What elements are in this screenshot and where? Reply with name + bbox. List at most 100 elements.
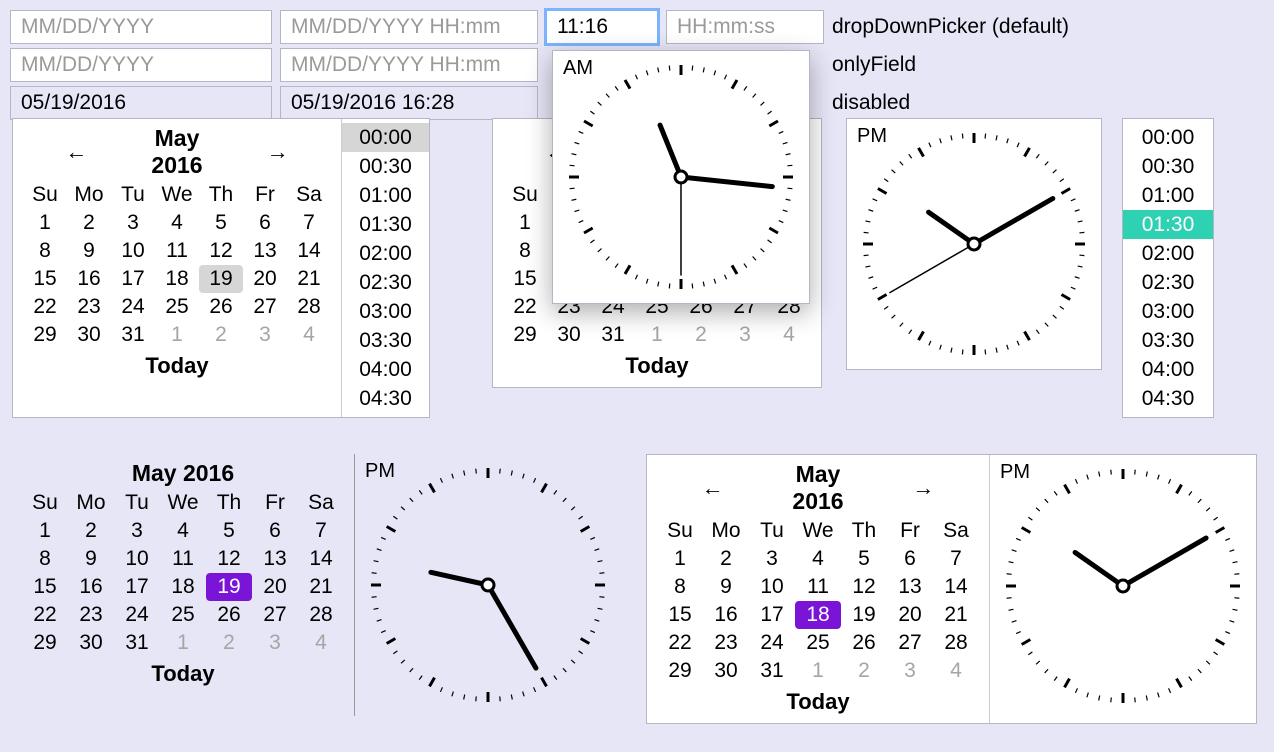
calendar-day[interactable]: 1 bbox=[635, 321, 679, 349]
calendar-day[interactable]: 24 bbox=[749, 629, 795, 657]
today-button[interactable]: Today bbox=[23, 353, 331, 379]
calendar-day[interactable]: 2 bbox=[841, 657, 887, 685]
calendar-day[interactable]: 3 bbox=[111, 209, 155, 237]
calendar-day[interactable]: 25 bbox=[155, 293, 199, 321]
time-option[interactable]: 04:30 bbox=[342, 384, 429, 413]
calendar-day[interactable]: 4 bbox=[795, 545, 841, 573]
datetime-input-1[interactable] bbox=[289, 14, 529, 40]
today-button[interactable]: Today bbox=[503, 353, 811, 379]
calendar-day[interactable]: 6 bbox=[243, 209, 287, 237]
calendar-day[interactable]: 20 bbox=[887, 601, 933, 629]
next-month-arrow[interactable]: → bbox=[868, 475, 979, 501]
calendar-day[interactable]: 8 bbox=[657, 573, 703, 601]
time-option[interactable]: 03:00 bbox=[1123, 297, 1213, 326]
date-input-2[interactable] bbox=[19, 52, 263, 78]
calendar-day[interactable]: 29 bbox=[657, 657, 703, 685]
time-option[interactable]: 03:00 bbox=[342, 297, 429, 326]
next-month-arrow[interactable]: → bbox=[224, 139, 331, 165]
clock-face-pm[interactable] bbox=[855, 125, 1093, 363]
calendar-day[interactable]: 8 bbox=[23, 237, 67, 265]
calendar-day[interactable]: 5 bbox=[841, 545, 887, 573]
today-button[interactable]: Today bbox=[657, 689, 979, 715]
calendar-day[interactable]: 19 bbox=[199, 265, 243, 293]
calendar-day[interactable]: 4 bbox=[155, 209, 199, 237]
time-option[interactable]: 01:30 bbox=[342, 210, 429, 239]
calendar-day[interactable]: 30 bbox=[547, 321, 591, 349]
date-field-1[interactable] bbox=[10, 10, 272, 44]
time-option[interactable]: 00:00 bbox=[342, 123, 429, 152]
prev-month-arrow[interactable]: ← bbox=[657, 475, 768, 501]
ampm-br[interactable]: PM bbox=[1000, 461, 1030, 484]
time-option[interactable]: 01:00 bbox=[1123, 181, 1213, 210]
calendar-day[interactable]: 1 bbox=[23, 209, 67, 237]
calendar-day[interactable]: 14 bbox=[933, 573, 979, 601]
calendar-day[interactable]: 17 bbox=[111, 265, 155, 293]
datetime-input-2[interactable] bbox=[289, 52, 529, 78]
time-option[interactable]: 04:00 bbox=[342, 355, 429, 384]
calendar-day[interactable]: 12 bbox=[841, 573, 887, 601]
calendar-day[interactable]: 1 bbox=[795, 657, 841, 685]
time-field-focused[interactable] bbox=[546, 10, 658, 44]
calendar-day[interactable]: 23 bbox=[703, 629, 749, 657]
calendar-day[interactable]: 4 bbox=[287, 321, 331, 349]
calendar-day[interactable]: 30 bbox=[703, 657, 749, 685]
calendar-day[interactable]: 27 bbox=[887, 629, 933, 657]
time-option[interactable]: 02:00 bbox=[1123, 239, 1213, 268]
calendar-day[interactable]: 22 bbox=[23, 293, 67, 321]
calendar-day[interactable]: 5 bbox=[199, 209, 243, 237]
time-option[interactable]: 00:30 bbox=[342, 152, 429, 181]
date-input-1[interactable] bbox=[19, 14, 263, 40]
calendar-day[interactable]: 11 bbox=[795, 573, 841, 601]
clock-face-br[interactable] bbox=[998, 461, 1248, 711]
calendar-day[interactable]: 15 bbox=[657, 601, 703, 629]
date-field-2[interactable] bbox=[10, 48, 272, 82]
time-option[interactable]: 02:30 bbox=[1123, 268, 1213, 297]
calendar-day[interactable]: 11 bbox=[155, 237, 199, 265]
calendar-day[interactable]: 22 bbox=[657, 629, 703, 657]
calendar-day[interactable]: 16 bbox=[703, 601, 749, 629]
time-option[interactable]: 04:30 bbox=[1123, 384, 1213, 413]
calendar-day[interactable]: 22 bbox=[503, 293, 547, 321]
calendar-day[interactable]: 2 bbox=[199, 321, 243, 349]
time-option[interactable]: 00:00 bbox=[1123, 123, 1213, 152]
time-option[interactable]: 03:30 bbox=[1123, 326, 1213, 355]
time-option[interactable]: 02:30 bbox=[342, 268, 429, 297]
calendar-day[interactable]: 2 bbox=[679, 321, 723, 349]
calendar-day[interactable]: 4 bbox=[767, 321, 811, 349]
calendar-day[interactable]: 18 bbox=[155, 265, 199, 293]
calendar-day[interactable]: 31 bbox=[749, 657, 795, 685]
calendar-day[interactable]: 21 bbox=[287, 265, 331, 293]
calendar-day[interactable]: 3 bbox=[723, 321, 767, 349]
calendar-day[interactable]: 25 bbox=[795, 629, 841, 657]
calendar-day[interactable]: 23 bbox=[67, 293, 111, 321]
calendar-day[interactable]: 26 bbox=[199, 293, 243, 321]
datetime-field-2[interactable] bbox=[280, 48, 538, 82]
calendar-day[interactable]: 10 bbox=[111, 237, 155, 265]
calendar-day[interactable]: 8 bbox=[503, 237, 547, 265]
calendar-day[interactable]: 24 bbox=[111, 293, 155, 321]
time-option[interactable]: 02:00 bbox=[342, 239, 429, 268]
ampm-pm[interactable]: PM bbox=[857, 125, 887, 148]
calendar-day[interactable]: 9 bbox=[67, 237, 111, 265]
calendar-day[interactable]: 20 bbox=[243, 265, 287, 293]
calendar-day[interactable]: 10 bbox=[749, 573, 795, 601]
calendar-day[interactable]: 7 bbox=[933, 545, 979, 573]
time-option[interactable]: 01:00 bbox=[342, 181, 429, 210]
calendar-day[interactable]: 2 bbox=[67, 209, 111, 237]
calendar-day[interactable]: 15 bbox=[503, 265, 547, 293]
timess-field-1[interactable] bbox=[666, 10, 824, 44]
calendar-day[interactable]: 2 bbox=[703, 545, 749, 573]
calendar-day[interactable]: 28 bbox=[933, 629, 979, 657]
calendar-day[interactable]: 18 bbox=[795, 601, 841, 629]
calendar-day[interactable]: 4 bbox=[933, 657, 979, 685]
calendar-day[interactable]: 30 bbox=[67, 321, 111, 349]
calendar-day[interactable]: 31 bbox=[111, 321, 155, 349]
calendar-day[interactable]: 1 bbox=[657, 545, 703, 573]
calendar-day[interactable]: 16 bbox=[67, 265, 111, 293]
calendar-day[interactable]: 19 bbox=[841, 601, 887, 629]
time-input-focused[interactable] bbox=[555, 14, 649, 40]
calendar-day[interactable]: 29 bbox=[503, 321, 547, 349]
calendar-day[interactable]: 7 bbox=[287, 209, 331, 237]
timess-input-1[interactable] bbox=[675, 14, 815, 40]
prev-month-arrow[interactable]: ← bbox=[23, 139, 130, 165]
